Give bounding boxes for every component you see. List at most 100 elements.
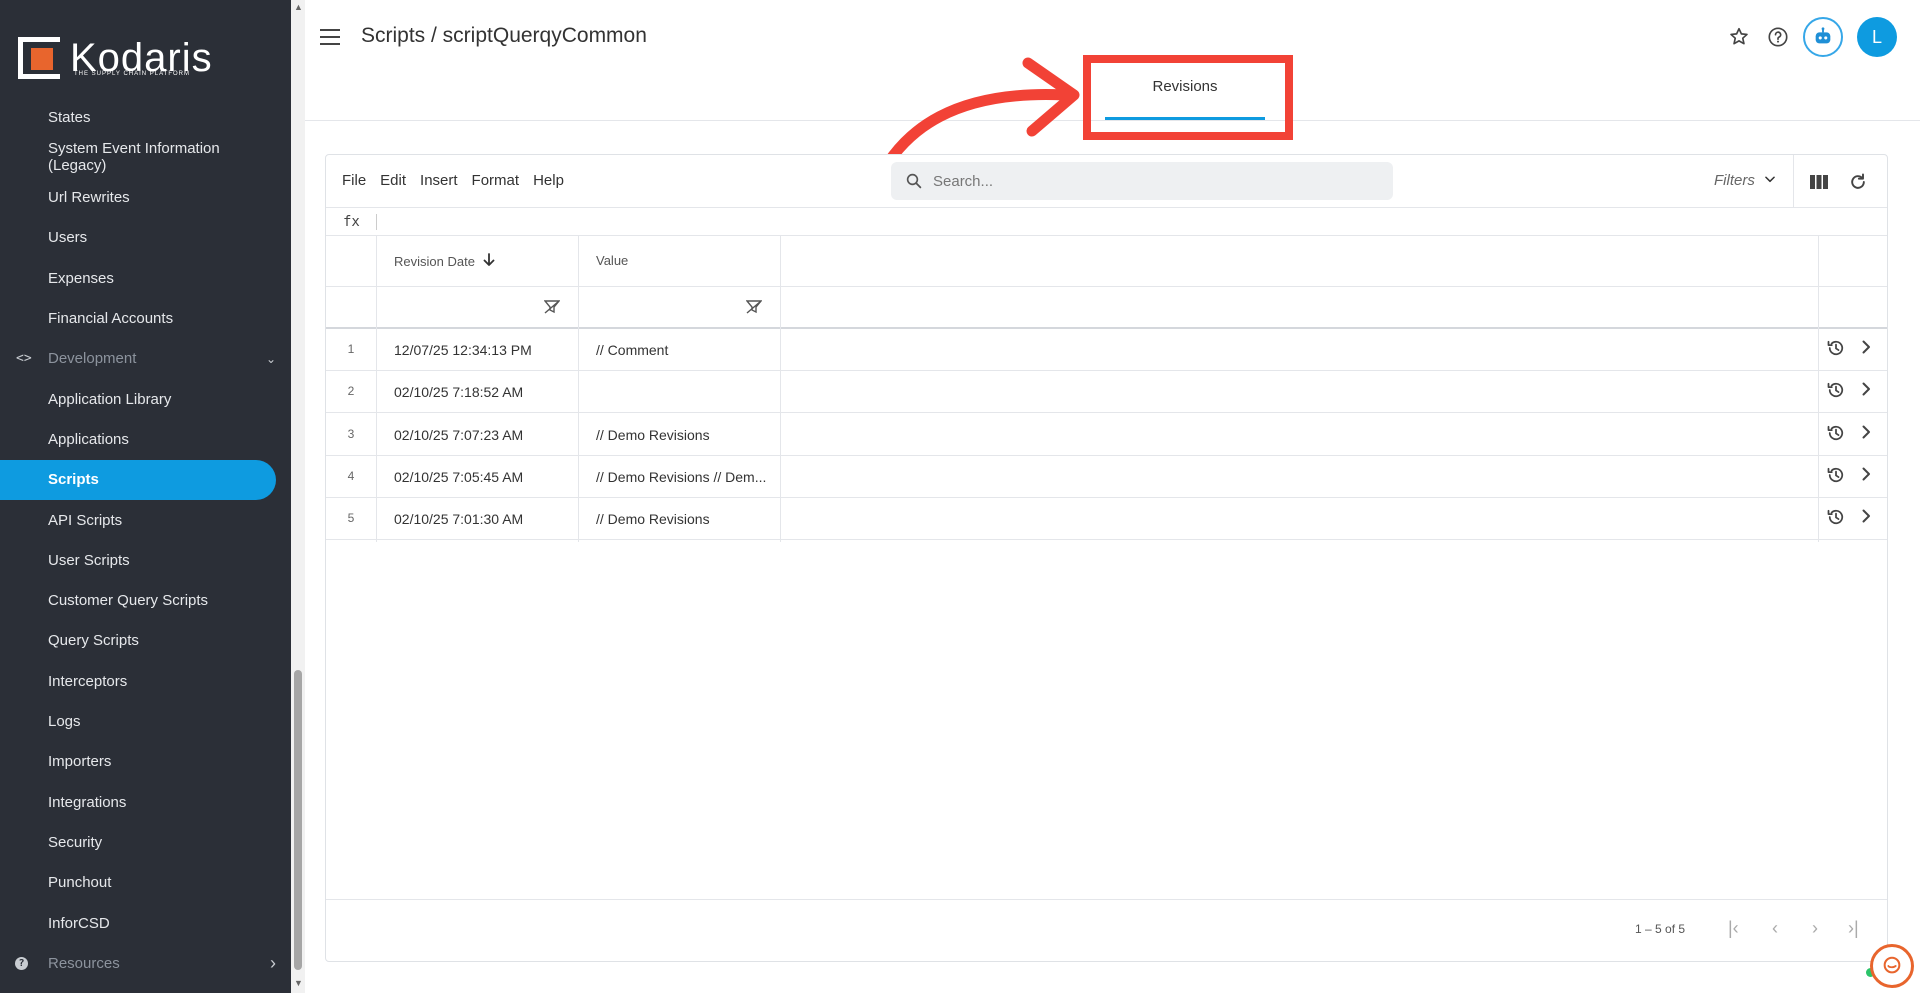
chevron-right-icon[interactable]: [1860, 340, 1872, 357]
menu-bar: File Edit Insert Format Help: [342, 172, 578, 189]
sidebar-scrollbar[interactable]: ▲ ▼: [291, 0, 305, 993]
scroll-down-arrow-icon[interactable]: ▼: [294, 978, 303, 988]
sidebar-item-label: Url Rewrites: [48, 189, 130, 207]
sort-descending-icon[interactable]: [483, 253, 495, 270]
next-page-icon[interactable]: ›: [1812, 918, 1818, 939]
assistant-bot-button[interactable]: [1803, 17, 1843, 57]
sidebar-item-system-event-information-legacy[interactable]: System Event Information (Legacy): [0, 137, 276, 177]
cell-revision-date[interactable]: 12/07/25 12:34:13 PM: [394, 342, 572, 358]
cell-value[interactable]: // Demo Revisions // Dem...: [596, 469, 776, 485]
logo-tagline: THE SUPPLY CHAIN PLATFORM: [74, 71, 191, 77]
sidebar-item-security[interactable]: Security: [0, 822, 276, 862]
history-icon[interactable]: [1826, 380, 1846, 405]
sidebar-item-integrations[interactable]: Integrations: [0, 782, 276, 822]
table-row[interactable]: 1 12/07/25 12:34:13 PM // Comment: [326, 329, 1887, 371]
sidebar-item-api-scripts[interactable]: API Scripts: [0, 500, 276, 540]
table-row[interactable]: 5 02/10/25 7:01:30 AM // Demo Revisions: [326, 498, 1887, 541]
column-header-revision-date[interactable]: Revision Date: [394, 253, 495, 270]
sidebar-item-users[interactable]: Users: [0, 218, 276, 258]
previous-page-icon[interactable]: ‹: [1772, 918, 1778, 939]
column-header-value[interactable]: Value: [596, 253, 628, 268]
sidebar-item-label: Scripts: [48, 471, 99, 489]
sidebar-item-label: Applications: [48, 430, 129, 448]
sidebar-item-label: Financial Accounts: [48, 310, 174, 327]
sidebar-item-user-scripts[interactable]: User Scripts: [0, 540, 276, 580]
table-row[interactable]: 2 02/10/25 7:18:52 AM: [326, 371, 1887, 414]
menu-edit[interactable]: Edit: [380, 172, 406, 189]
cell-revision-date[interactable]: 02/10/25 7:07:23 AM: [394, 427, 572, 443]
first-page-icon[interactable]: |‹: [1728, 918, 1739, 939]
breadcrumb: Scripts / scriptQuerqyCommon: [361, 24, 647, 47]
chat-support-button[interactable]: [1870, 944, 1914, 988]
clear-filter-icon[interactable]: [745, 300, 763, 317]
chevron-right-icon[interactable]: [1860, 467, 1872, 484]
sidebar-item-financial-accounts[interactable]: Financial Accounts: [0, 299, 276, 339]
sidebar-item-resources[interactable]: ? Resources ›: [0, 943, 276, 983]
columns-icon[interactable]: [1807, 170, 1831, 194]
help-icon[interactable]: [1763, 22, 1793, 52]
menu-insert[interactable]: Insert: [420, 172, 458, 189]
sidebar: Kodaris THE SUPPLY CHAIN PLATFORM States…: [0, 0, 291, 993]
sidebar-item-query-scripts[interactable]: Query Scripts: [0, 621, 276, 661]
cell-revision-date[interactable]: 02/10/25 7:18:52 AM: [394, 384, 572, 400]
sidebar-item-importers[interactable]: Importers: [0, 742, 276, 782]
cell-revision-date[interactable]: 02/10/25 7:01:30 AM: [394, 511, 572, 527]
toolbar-divider: [1793, 155, 1794, 208]
table-footer: 1 – 5 of 5 |‹ ‹ › ›|: [326, 899, 1887, 962]
sidebar-item-label: Expenses: [48, 269, 114, 287]
sidebar-item-states[interactable]: States: [0, 97, 276, 137]
table-row[interactable]: 3 02/10/25 7:07:23 AM // Demo Revisions: [326, 414, 1887, 456]
hamburger-menu-icon[interactable]: [319, 26, 341, 48]
star-icon[interactable]: [1724, 22, 1754, 52]
sidebar-item-interceptors[interactable]: Interceptors: [0, 661, 276, 701]
sidebar-item-applications[interactable]: Applications: [0, 419, 276, 459]
menu-help[interactable]: Help: [533, 172, 564, 189]
scroll-up-arrow-icon[interactable]: ▲: [294, 2, 303, 12]
filters-dropdown[interactable]: Filters: [1714, 172, 1777, 189]
table-filter-row: [326, 287, 1887, 329]
chevron-right-icon[interactable]: [1860, 509, 1872, 526]
cell-revision-date[interactable]: 02/10/25 7:05:45 AM: [394, 469, 572, 485]
chevron-down-icon: ⌄: [265, 351, 276, 366]
fx-divider: [376, 214, 377, 230]
table-header-row: Revision Date Value: [326, 236, 1887, 287]
column-header-label: Revision Date: [394, 254, 475, 269]
sidebar-item-application-library[interactable]: Application Library: [0, 379, 276, 419]
sidebar-item-url-rewrites[interactable]: Url Rewrites: [0, 178, 276, 218]
clear-filter-icon[interactable]: [543, 300, 561, 317]
row-number: 5: [347, 511, 355, 526]
sidebar-item-logs[interactable]: Logs: [0, 702, 276, 742]
sidebar-item-label: Interceptors: [48, 672, 128, 690]
history-icon[interactable]: [1826, 338, 1846, 363]
history-icon[interactable]: [1826, 465, 1846, 490]
chevron-right-icon[interactable]: [1860, 382, 1872, 399]
search-input[interactable]: [933, 172, 1373, 190]
sidebar-item-development[interactable]: <> Development ⌄: [0, 339, 276, 379]
menu-format[interactable]: Format: [472, 172, 520, 189]
chevron-down-icon: [1763, 172, 1777, 189]
chevron-right-icon[interactable]: [1860, 425, 1872, 442]
search-box[interactable]: [891, 162, 1393, 200]
sidebar-item-customer-query-scripts[interactable]: Customer Query Scripts: [0, 581, 276, 621]
history-icon[interactable]: [1826, 423, 1846, 448]
sidebar-item-expenses[interactable]: Expenses: [0, 258, 276, 298]
cell-value[interactable]: // Comment: [596, 342, 776, 358]
menu-file[interactable]: File: [342, 172, 366, 189]
cell-value[interactable]: // Demo Revisions: [596, 511, 776, 527]
annotation-highlight-box: [1083, 55, 1293, 140]
refresh-icon[interactable]: [1846, 170, 1870, 194]
robot-icon: [1815, 27, 1831, 44]
sidebar-item-punchout[interactable]: Punchout: [0, 863, 276, 903]
formula-bar[interactable]: fx: [326, 208, 1887, 236]
sidebar-item-label: States: [48, 108, 91, 126]
sidebar-item-scripts[interactable]: Scripts: [0, 459, 276, 500]
sidebar-item-label: System Event Information (Legacy): [48, 140, 220, 175]
sidebar-item-inforcsd[interactable]: InforCSD: [0, 903, 276, 943]
table-row[interactable]: 4 02/10/25 7:05:45 AM // Demo Revisions //…: [326, 456, 1887, 498]
sidebar-item-label: InforCSD: [48, 914, 110, 932]
user-avatar[interactable]: L: [1857, 17, 1897, 57]
history-icon[interactable]: [1826, 507, 1846, 532]
scroll-thumb[interactable]: [294, 670, 302, 970]
last-page-icon[interactable]: ›|: [1848, 918, 1859, 939]
cell-value[interactable]: // Demo Revisions: [596, 427, 776, 443]
